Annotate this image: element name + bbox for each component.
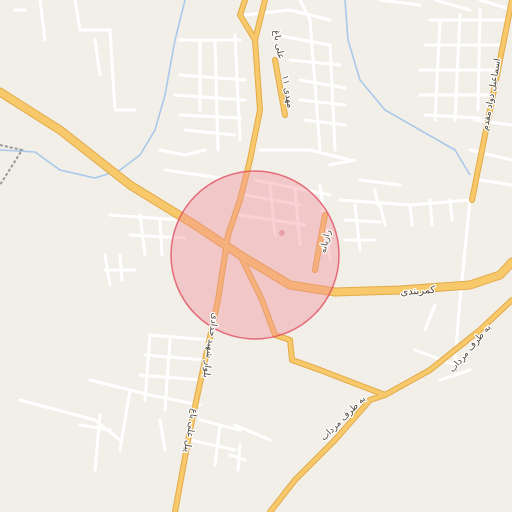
highlight-circle[interactable] (170, 170, 340, 340)
map-canvas[interactable]: کمربندی علی باغ ۱۱ مهدی اسماعیل دواد مقد… (0, 0, 512, 512)
center-marker (279, 230, 285, 236)
